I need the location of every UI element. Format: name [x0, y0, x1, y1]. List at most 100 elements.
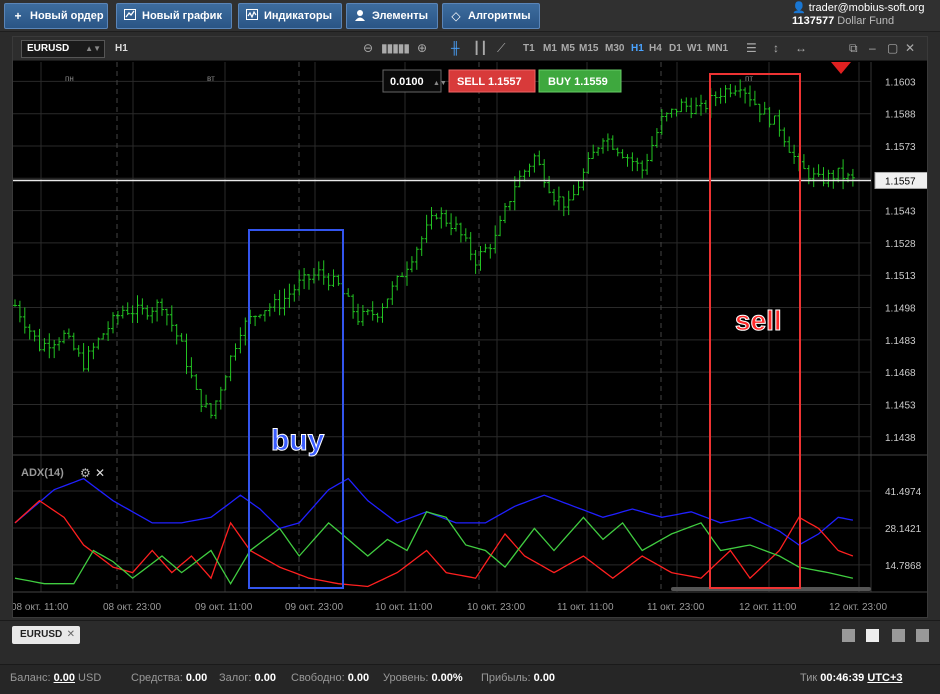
price-bar — [738, 79, 743, 98]
price-bar — [733, 85, 738, 96]
price-bar — [816, 164, 821, 177]
symbol-select[interactable]: EURUSD ▲▼ — [21, 40, 105, 58]
price-bar — [507, 200, 512, 211]
price-bar — [360, 304, 365, 327]
price-bar — [434, 213, 439, 220]
close-tab-icon[interactable]: ✕ — [67, 626, 75, 644]
profit: Прибыль: 0.00 — [481, 672, 556, 684]
timeframe-m5-button[interactable]: M5 — [561, 43, 575, 54]
price-bar — [512, 176, 517, 211]
user-icon: 👤 — [792, 2, 806, 14]
price-bar — [630, 152, 635, 172]
zoom-in-icon[interactable]: ⊕ — [417, 41, 427, 55]
candle-chart-type-icon[interactable]: ┃┃ — [473, 41, 487, 55]
price-bar — [218, 386, 223, 410]
layout-columns-icon[interactable] — [892, 629, 905, 642]
x-tick-label: 08 окт. 11:00 — [13, 602, 69, 613]
lot-value: 0.0100 — [390, 76, 424, 88]
price-bar — [419, 236, 424, 256]
vertical-line-icon[interactable]: ↕ — [773, 41, 779, 55]
indicators-icon — [245, 9, 259, 23]
maximize-icon[interactable]: ▢ — [887, 41, 898, 55]
y-tick-label: 1.1438 — [885, 433, 916, 444]
line-chart-type-icon[interactable]: ⟋ — [497, 41, 505, 56]
timeframe-m1-button[interactable]: M1 — [543, 43, 557, 54]
price-bar — [253, 315, 258, 327]
timeframe-h4-button[interactable]: H4 — [649, 43, 662, 54]
drawing-tools-icon[interactable]: ☰ — [746, 41, 757, 55]
scroll-to-end-icon[interactable] — [831, 62, 851, 74]
price-bar — [96, 337, 101, 350]
timeframe-w1-button[interactable]: W1 — [687, 43, 702, 54]
detach-icon[interactable]: ⧉ — [849, 41, 858, 56]
sell-button-label: SELL 1.1557 — [457, 76, 522, 88]
indicators-label: Индикаторы — [264, 10, 332, 22]
price-bar — [596, 146, 601, 156]
account-info[interactable]: 👤 trader@mobius-soft.org 1137577 Dollar … — [792, 2, 938, 30]
timeframe-mn1-button[interactable]: MN1 — [707, 43, 728, 54]
bar-chart-type-icon[interactable]: ╫ — [451, 41, 460, 55]
price-bar — [556, 186, 561, 211]
chart-tab-eurusd[interactable]: EURUSD ✕ — [12, 626, 80, 644]
price-bar — [209, 403, 213, 419]
price-bar — [331, 269, 336, 287]
price-bar — [454, 216, 458, 232]
timeframe-m30-button[interactable]: M30 — [605, 43, 624, 54]
timeframe-m15-button[interactable]: M15 — [579, 43, 598, 54]
new-order-button[interactable]: + Новый ордер — [4, 3, 108, 29]
y-tick-label: 1.1483 — [885, 336, 916, 347]
timeframe-h1-button[interactable]: H1 — [631, 43, 644, 54]
balance: Баланс: 0.00 USD — [10, 672, 102, 684]
price-bar — [532, 153, 537, 173]
day-label: вт — [207, 74, 215, 83]
timeframe-d1-button[interactable]: D1 — [669, 43, 682, 54]
price-bar — [150, 306, 155, 324]
zoom-slider[interactable]: ▮▮▮▮▮ — [381, 41, 410, 55]
x-tick-label: 12 окт. 11:00 — [739, 602, 797, 613]
new-order-label: Новый ордер — [30, 10, 104, 22]
price-bar — [850, 168, 855, 187]
x-tick-label: 12 окт. 23:00 — [829, 602, 887, 613]
price-bar — [591, 144, 596, 160]
main-toolbar: + Новый ордер Новый график Индикаторы Эле… — [0, 0, 940, 32]
close-indicator-icon[interactable]: ✕ — [95, 466, 105, 480]
margin: Залог: 0.00 — [219, 672, 276, 684]
price-bar — [689, 97, 694, 119]
price-bar — [27, 324, 32, 340]
price-bar — [811, 167, 816, 188]
price-bar — [703, 100, 708, 113]
chart-plot[interactable]: 08 окт. 11:00 08 окт. 23:00 09 окт. 11:00 0… — [13, 62, 927, 618]
account-user: trader@mobius-soft.org — [808, 2, 925, 14]
layout-grid-icon[interactable] — [866, 629, 879, 642]
timeframe-label: H1 — [115, 43, 128, 54]
algorithms-button[interactable]: ◇ Алгоритмы — [442, 3, 540, 29]
gear-icon[interactable]: ⚙ — [80, 466, 91, 480]
indicators-button[interactable]: Индикаторы — [238, 3, 342, 29]
price-bar — [669, 108, 674, 118]
price-bar — [189, 357, 194, 379]
price-bar — [164, 308, 169, 326]
price-bar — [233, 343, 238, 361]
new-chart-button[interactable]: Новый график — [116, 3, 232, 29]
price-bar — [483, 243, 488, 253]
timeframe-t1-button[interactable]: T1 — [523, 43, 535, 54]
price-bar — [316, 261, 321, 281]
minimize-icon[interactable]: – — [869, 41, 876, 55]
layout-rows-icon[interactable] — [916, 629, 929, 642]
price-bar — [478, 245, 483, 271]
layout-single-icon[interactable] — [842, 629, 855, 642]
price-bar — [566, 190, 571, 216]
price-bar — [370, 301, 375, 321]
price-bar — [473, 249, 478, 274]
price-bar — [213, 400, 218, 420]
horizontal-line-icon[interactable]: ↔ — [795, 41, 807, 55]
zoom-out-icon[interactable]: ⊖ — [363, 41, 373, 55]
price-bar — [757, 103, 762, 123]
price-bar — [204, 394, 209, 408]
close-icon[interactable]: ✕ — [905, 41, 915, 55]
elements-button[interactable]: Элементы — [346, 3, 438, 29]
equity: Средства: 0.00 — [131, 672, 208, 684]
price-bar — [620, 149, 625, 159]
price-bar — [635, 157, 640, 172]
price-bar — [22, 307, 27, 334]
